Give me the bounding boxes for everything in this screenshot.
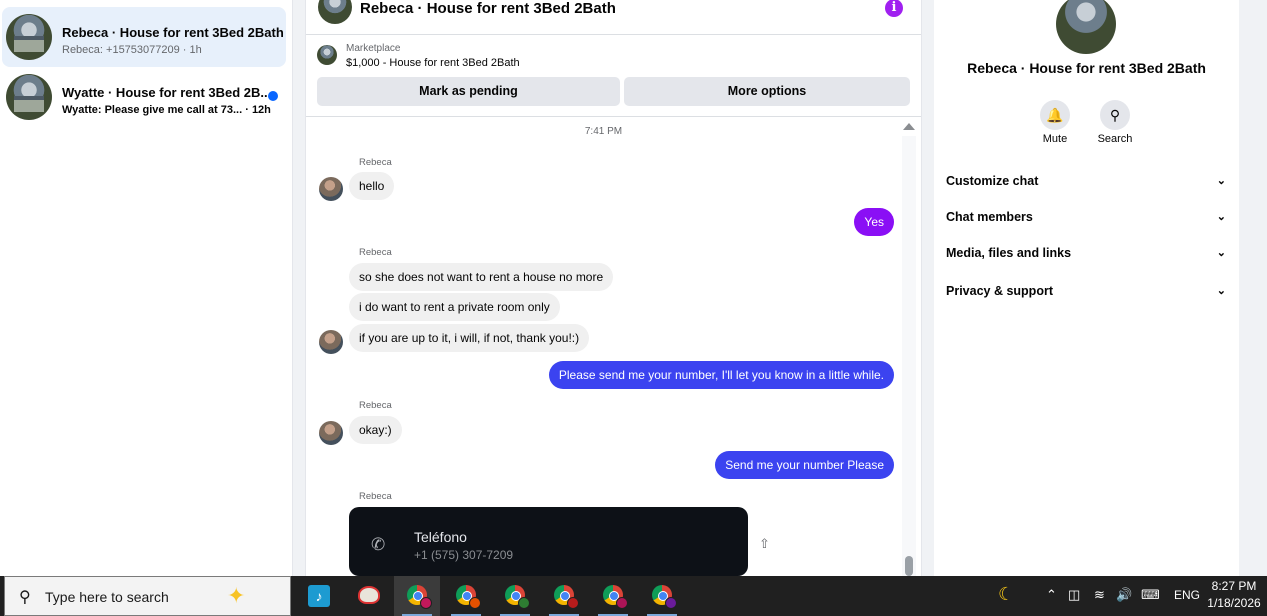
clock-time[interactable]: 8:27 PM	[1205, 579, 1263, 593]
listing-thumbnail[interactable]	[317, 45, 337, 65]
profile-badge-icon	[567, 597, 579, 609]
mute-label: Mute	[1042, 133, 1068, 145]
profile-badge-icon	[518, 597, 530, 609]
sparkle-icon[interactable]: ✦	[227, 583, 245, 609]
section-customize-chat[interactable]: Customize chat ⌄	[946, 174, 1226, 194]
chat-panel: Rebeca · House for rent 3Bed 2Bath i Mar…	[305, 0, 922, 576]
mark-as-pending-button[interactable]: Mark as pending	[317, 77, 620, 106]
profile-badge-icon	[420, 597, 432, 609]
listing-title[interactable]: $1,000 - House for rent 3Bed 2Bath	[346, 57, 520, 69]
chrome-app-icon[interactable]	[443, 576, 489, 616]
phone-icon: ✆	[371, 535, 386, 554]
wifi-icon[interactable]: ≋	[1094, 587, 1105, 603]
sender-name: Rebeca	[359, 400, 392, 411]
scrollbar[interactable]	[902, 136, 916, 576]
bell-icon[interactable]: 🔔	[1040, 100, 1070, 130]
chrome-app-icon[interactable]	[492, 576, 538, 616]
avatar[interactable]	[318, 0, 352, 24]
profile-badge-icon	[665, 597, 677, 609]
conversation-name: Wyatte · House for rent 3Bed 2B...	[62, 85, 272, 100]
chrome-app-icon[interactable]	[541, 576, 587, 616]
section-media-files-links[interactable]: Media, files and links ⌄	[946, 246, 1226, 266]
scroll-up-arrow-icon[interactable]	[903, 123, 915, 130]
search-icon: ⚲	[19, 589, 31, 606]
conversation-list: Rebeca · House for rent 3Bed 2Bath Rebec…	[0, 0, 293, 576]
message-bubble-incoming[interactable]: i do want to rent a private room only	[349, 293, 560, 321]
search-label: Search	[1097, 133, 1133, 145]
conversation-item[interactable]: Rebeca · House for rent 3Bed 2Bath Rebec…	[2, 7, 286, 67]
details-title: Rebeca · House for rent 3Bed 2Bath	[967, 60, 1206, 76]
conversation-name: Rebeca · House for rent 3Bed 2Bath	[62, 25, 284, 40]
sender-name: Rebeca	[359, 157, 392, 168]
scrollbar-thumb[interactable]	[905, 556, 913, 576]
keyboard-icon[interactable]: ⌨	[1141, 587, 1160, 603]
contact-card[interactable]: ✆ Teléfono +1 (575) 307-7209	[349, 507, 748, 576]
share-icon[interactable]: ⇧	[759, 536, 770, 552]
section-label: Customize chat	[946, 174, 1039, 188]
message-bubble-outgoing[interactable]: Yes	[854, 208, 894, 236]
avatar	[319, 421, 343, 445]
contact-card-number: +1 (575) 307-7209	[414, 548, 514, 562]
avatar	[6, 14, 52, 60]
section-privacy-support[interactable]: Privacy & support ⌄	[946, 284, 1226, 304]
profile-badge-icon	[616, 597, 628, 609]
message-bubble-incoming[interactable]: if you are up to it, i will, if not, tha…	[349, 324, 590, 352]
clock-date[interactable]: 1/18/2026	[1205, 596, 1263, 610]
message-bubble-incoming[interactable]: so she does not want to rent a house no …	[349, 263, 614, 291]
avatar	[319, 330, 343, 354]
sender-name: Rebeca	[359, 247, 392, 258]
battery-icon[interactable]: ◫	[1068, 587, 1080, 603]
avatar	[6, 74, 52, 120]
conversation-preview: Rebeca: +15753077209 · 1h	[62, 44, 202, 56]
chevron-down-icon: ⌄	[1216, 247, 1226, 259]
moon-icon[interactable]: ☾	[998, 584, 1014, 605]
info-icon[interactable]: i	[885, 0, 903, 17]
search-icon[interactable]: ⚲	[1100, 100, 1130, 130]
chrome-app-icon[interactable]	[590, 576, 636, 616]
avatar	[1056, 0, 1116, 54]
avatar	[319, 177, 343, 201]
profile-badge-icon	[469, 597, 481, 609]
marketplace-label: Marketplace	[346, 43, 401, 54]
message-timestamp: 7:41 PM	[584, 126, 623, 137]
marketplace-listing: Marketplace $1,000 - House for rent 3Bed…	[306, 36, 921, 117]
taskbar: ⚲ Type here to search ✦ ♪ ☾ ⌃ ◫ ≋ 🔊 ⌨ EN…	[0, 576, 1267, 616]
contact-card-title: Teléfono	[414, 529, 467, 545]
chevron-down-icon: ⌄	[1216, 285, 1226, 297]
message-bubble-incoming[interactable]: hello	[349, 172, 395, 200]
message-bubble-incoming[interactable]: okay:)	[349, 416, 402, 444]
section-label: Chat members	[946, 210, 1033, 224]
sender-name: Rebeca	[359, 491, 392, 502]
speaker-icon[interactable]: 🔊	[1116, 587, 1132, 603]
chrome-app-icon[interactable]	[639, 576, 685, 616]
chat-title[interactable]: Rebeca · House for rent 3Bed 2Bath	[360, 0, 616, 17]
conversation-preview: Wyatte: Please give me call at 73... · 1…	[62, 104, 271, 116]
microphone-app-icon[interactable]: ♪	[296, 576, 342, 616]
message-bubble-outgoing[interactable]: Send me your number Please	[715, 451, 894, 479]
chevron-down-icon: ⌄	[1216, 175, 1226, 187]
taskbar-search-box[interactable]: ⚲ Type here to search ✦	[4, 576, 291, 616]
message-bubble-outgoing[interactable]: Please send me your number, I'll let you…	[548, 361, 894, 389]
conversation-item[interactable]: Wyatte · House for rent 3Bed 2B... Wyatt…	[2, 67, 286, 127]
more-options-button[interactable]: More options	[624, 77, 910, 106]
chat-details-panel: Rebeca · House for rent 3Bed 2Bath 🔔 Mut…	[934, 0, 1239, 576]
paint-app-icon[interactable]	[346, 576, 392, 616]
search-placeholder: Type here to search	[45, 589, 169, 605]
section-chat-members[interactable]: Chat members ⌄	[946, 210, 1226, 230]
section-label: Privacy & support	[946, 284, 1053, 298]
chevron-up-icon[interactable]: ⌃	[1046, 587, 1057, 603]
unread-dot-icon	[268, 91, 278, 101]
section-label: Media, files and links	[946, 246, 1072, 260]
chat-header: Rebeca · House for rent 3Bed 2Bath i	[306, 0, 921, 35]
palette-icon	[358, 586, 380, 604]
chevron-down-icon: ⌄	[1216, 211, 1226, 223]
language-indicator[interactable]: ENG	[1174, 588, 1200, 602]
mic-icon: ♪	[308, 585, 330, 607]
chrome-app-icon[interactable]	[394, 576, 440, 616]
